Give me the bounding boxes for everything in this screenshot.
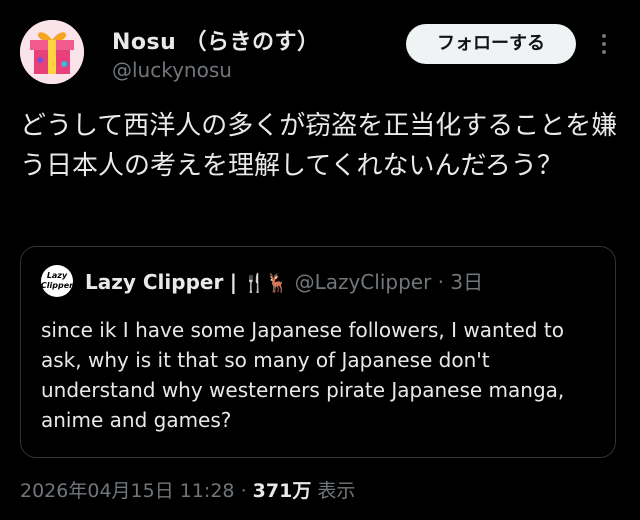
quote-separator: · (437, 270, 445, 294)
author-avatar[interactable] (20, 20, 84, 84)
quote-header: Lazy Clipper | 🍴🦌 @LazyClipper · 3日 (85, 269, 483, 297)
author-handle[interactable]: @luckynosu (112, 58, 232, 82)
quote-avatar-line: Clipper (40, 281, 74, 290)
quote-time[interactable]: 3日 (450, 270, 483, 294)
quote-emoji: 🍴🦌 (243, 273, 289, 294)
tweet-meta: 2026年04月15日 11:28 · 371万 表示 (20, 476, 355, 503)
tweet-text: どうして西洋人の多くが窃盗を正当化することを嫌う日本人の考えを理解してくれないん… (20, 111, 618, 181)
follow-button[interactable]: フォローする (406, 24, 576, 64)
author-name[interactable]: Nosu （らきのす） (112, 24, 319, 56)
quote-name-suffix: | (229, 270, 238, 294)
quote-author-handle[interactable]: @LazyClipper (295, 270, 432, 294)
views-count: 371万 (252, 480, 312, 502)
meta-separator: · (240, 480, 247, 502)
quote-text: since ik I have some Japanese followers,… (41, 318, 565, 432)
quote-avatar[interactable]: Lazy Clipper (41, 265, 73, 297)
quote-avatar-line: Lazy (46, 271, 68, 280)
more-vertical-icon[interactable] (592, 28, 616, 60)
views-label: 表示 (317, 480, 356, 502)
gift-box-icon (20, 20, 84, 84)
more-dot (602, 42, 606, 46)
quote-author-name[interactable]: Lazy Clipper (85, 270, 223, 294)
more-dot (602, 50, 606, 54)
tweet-timestamp[interactable]: 2026年04月15日 11:28 (20, 480, 235, 502)
more-dot (602, 34, 606, 38)
quoted-tweet[interactable]: Lazy Clipper Lazy Clipper | 🍴🦌 @LazyClip… (20, 246, 616, 458)
